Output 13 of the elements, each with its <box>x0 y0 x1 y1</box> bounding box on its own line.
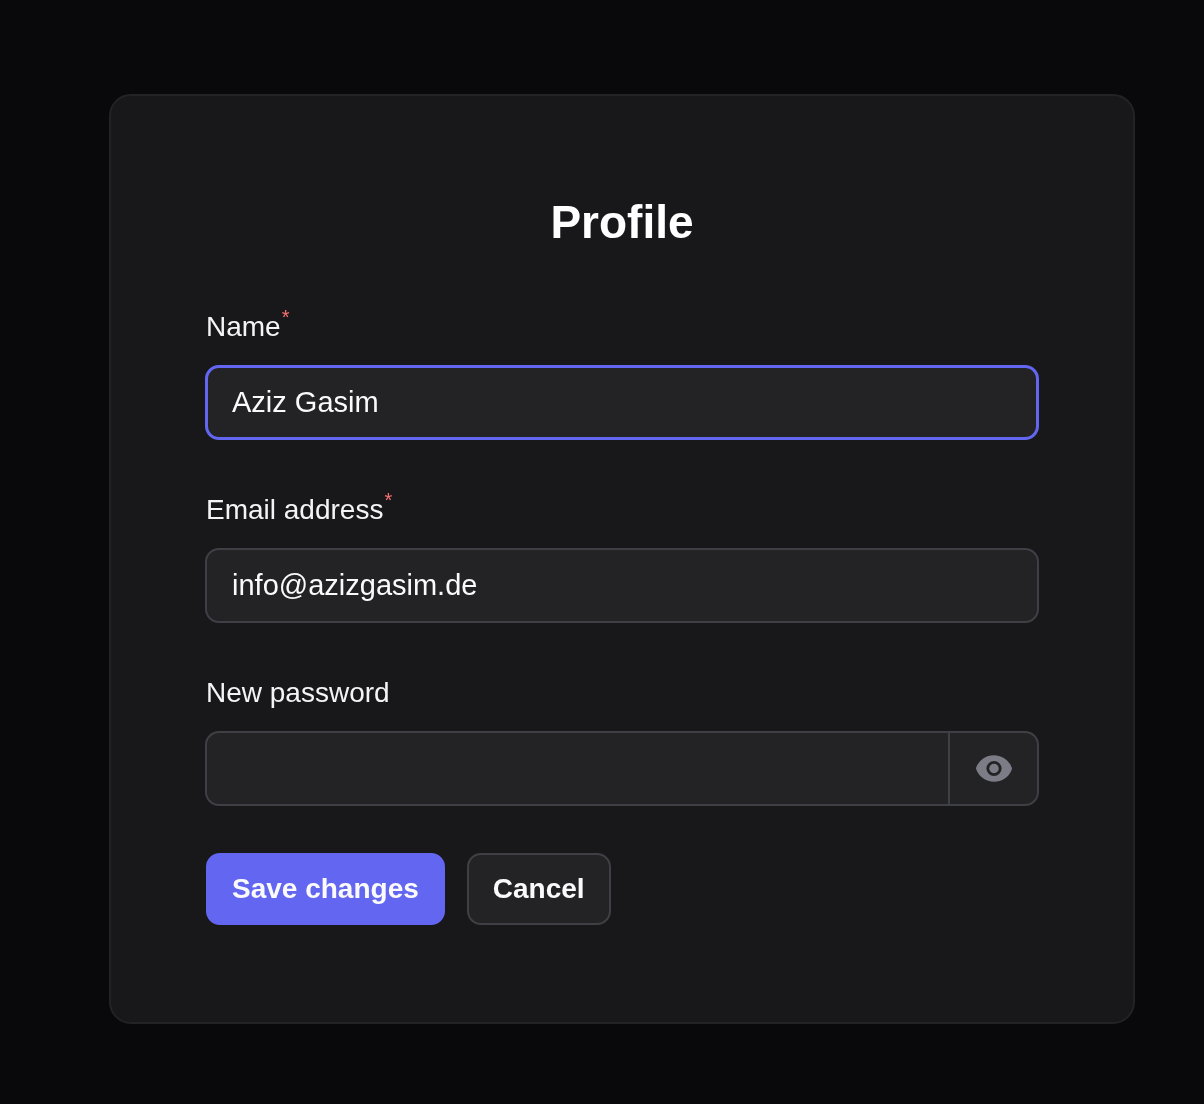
field-label: Name <box>206 310 281 344</box>
eye-icon <box>974 755 1013 782</box>
required-mark: * <box>384 490 393 510</box>
save-button[interactable]: Save changes <box>206 853 445 925</box>
password-field[interactable] <box>205 731 948 806</box>
show-password-button[interactable] <box>948 731 1039 806</box>
cancel-button[interactable]: Cancel <box>466 853 611 925</box>
text-field[interactable]: info@azizgasim.de <box>205 548 1039 623</box>
required-mark: * <box>281 307 290 327</box>
field-label: New password <box>206 676 390 710</box>
field-label: Email address <box>206 493 384 527</box>
text-field[interactable]: Aziz Gasim <box>205 365 1039 440</box>
card-title: Profile <box>550 195 694 250</box>
